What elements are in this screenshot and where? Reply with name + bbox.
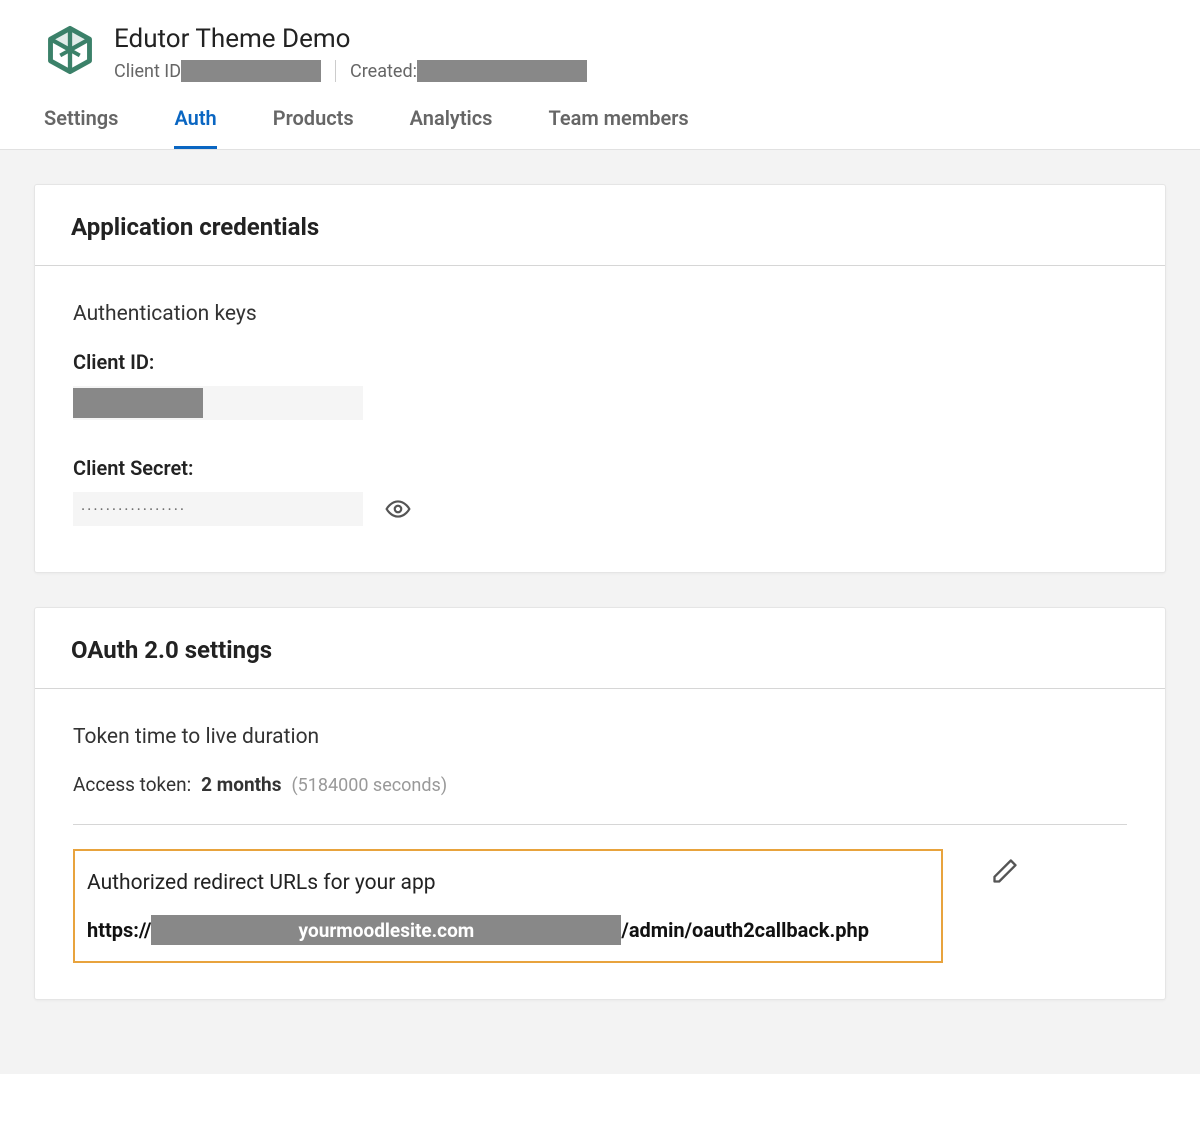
app-header: Edutor Theme Demo Client ID Created: xyxy=(0,0,1200,82)
client-id-value-redacted xyxy=(73,388,203,418)
client-id-label: Client ID xyxy=(114,61,181,82)
meta-divider xyxy=(335,60,336,82)
app-logo-icon xyxy=(44,24,96,76)
redirect-urls-highlight: Authorized redirect URLs for your app ht… xyxy=(73,849,943,963)
redirect-urls-heading: Authorized redirect URLs for your app xyxy=(87,871,929,895)
oauth-card: OAuth 2.0 settings Token time to live du… xyxy=(34,607,1166,1000)
pencil-icon xyxy=(991,857,1019,885)
redirect-url-prefix: https:// xyxy=(87,918,151,942)
divider xyxy=(73,824,1127,825)
redirect-url-suffix: /admin/oauth2callback.php xyxy=(621,918,869,942)
client-secret-field-label: Client Secret: xyxy=(73,456,1127,480)
token-ttl-heading: Token time to live duration xyxy=(73,725,1127,749)
client-secret-value[interactable]: ················· xyxy=(73,492,363,526)
reveal-secret-button[interactable] xyxy=(385,496,411,522)
redirect-url: https:// yourmoodlesite.com /admin/oauth… xyxy=(87,915,929,945)
app-meta: Client ID Created: xyxy=(114,60,587,82)
edit-redirect-urls-button[interactable] xyxy=(991,857,1019,889)
eye-icon xyxy=(385,496,411,522)
tab-settings[interactable]: Settings xyxy=(44,106,118,149)
oauth-title: OAuth 2.0 settings xyxy=(71,636,1129,664)
client-id-value[interactable] xyxy=(73,386,363,420)
auth-keys-heading: Authentication keys xyxy=(73,302,1127,326)
credentials-title: Application credentials xyxy=(71,213,1129,241)
client-id-redacted xyxy=(181,60,321,82)
tab-products[interactable]: Products xyxy=(273,106,354,149)
credentials-card: Application credentials Authentication k… xyxy=(34,184,1166,573)
tab-analytics[interactable]: Analytics xyxy=(410,106,493,149)
access-token-value: 2 months xyxy=(201,773,281,796)
access-token-seconds: (5184000 seconds) xyxy=(291,775,447,796)
tab-bar: Settings Auth Products Analytics Team me… xyxy=(0,82,1200,150)
tab-auth[interactable]: Auth xyxy=(174,106,216,149)
redirect-url-domain: yourmoodlesite.com xyxy=(151,915,621,945)
page-body: Application credentials Authentication k… xyxy=(0,150,1200,1074)
client-id-field-label: Client ID: xyxy=(73,350,1127,374)
created-label: Created: xyxy=(350,61,417,82)
access-token-row: Access token: 2 months (5184000 seconds) xyxy=(73,773,1127,796)
app-title: Edutor Theme Demo xyxy=(114,24,587,54)
access-token-label: Access token: xyxy=(73,773,191,796)
tab-team-members[interactable]: Team members xyxy=(548,106,688,149)
created-redacted xyxy=(417,60,587,82)
